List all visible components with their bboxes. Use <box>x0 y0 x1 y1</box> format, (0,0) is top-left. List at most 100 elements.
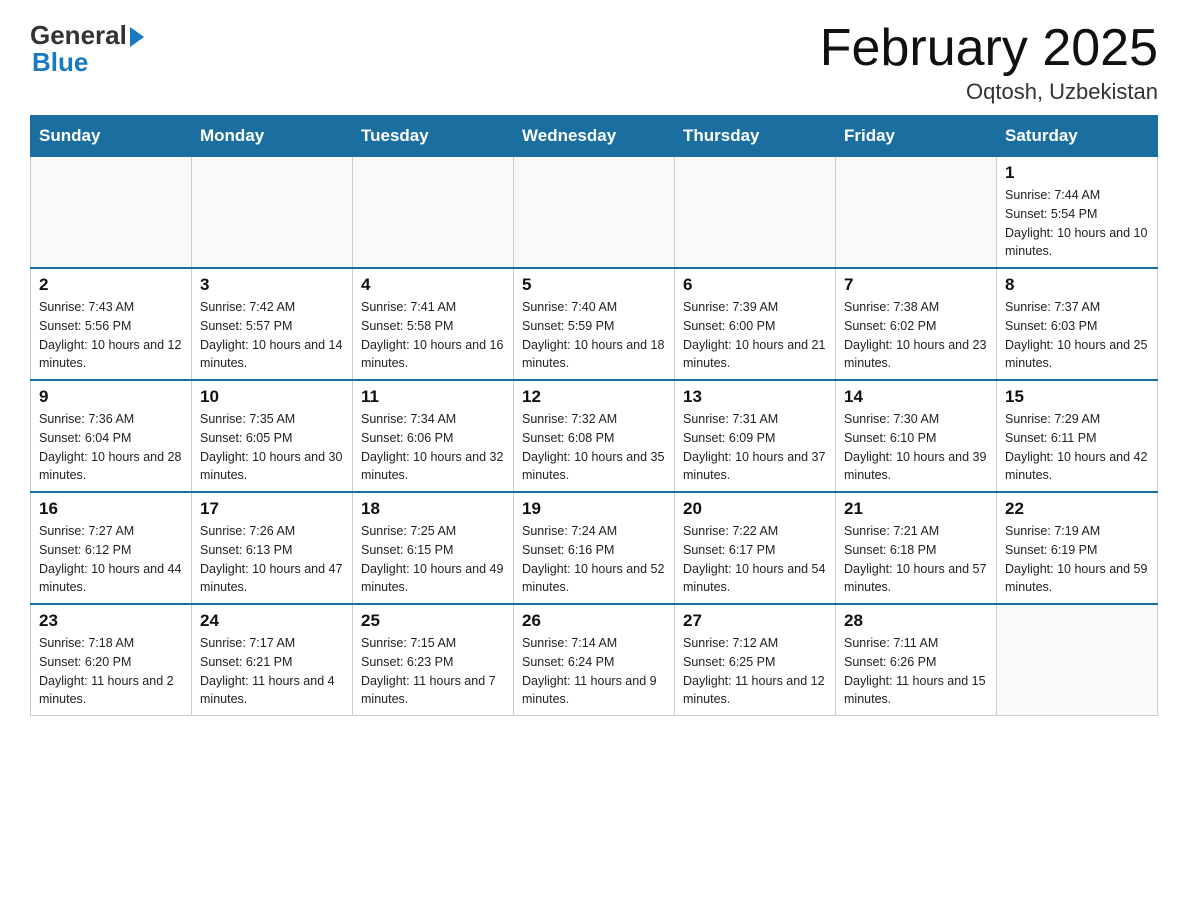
day-info: Sunrise: 7:14 AMSunset: 6:24 PMDaylight:… <box>522 634 666 709</box>
calendar-cell <box>514 157 675 269</box>
calendar-cell: 18 Sunrise: 7:25 AMSunset: 6:15 PMDayligh… <box>353 492 514 604</box>
day-number: 18 <box>361 499 505 519</box>
day-number: 2 <box>39 275 183 295</box>
day-number: 13 <box>683 387 827 407</box>
day-info: Sunrise: 7:22 AMSunset: 6:17 PMDaylight:… <box>683 522 827 597</box>
header-thursday: Thursday <box>675 116 836 157</box>
calendar-cell: 28Sunrise: 7:11 AMSunset: 6:26 PMDayligh… <box>836 604 997 716</box>
calendar-cell: 5Sunrise: 7:40 AMSunset: 5:59 PMDaylight… <box>514 268 675 380</box>
calendar-cell: 10Sunrise: 7:35 AMSunset: 6:05 PMDayligh… <box>192 380 353 492</box>
calendar-cell: 20 Sunrise: 7:22 AMSunset: 6:17 PMDayligh… <box>675 492 836 604</box>
day-info: Sunrise: 7:37 AMSunset: 6:03 PMDaylight:… <box>1005 298 1149 373</box>
calendar-cell: 8 Sunrise: 7:37 AMSunset: 6:03 PMDaylight… <box>997 268 1158 380</box>
day-info: Sunrise: 7:26 AMSunset: 6:13 PMDaylight:… <box>200 522 344 597</box>
header-sunday: Sunday <box>31 116 192 157</box>
day-number: 4 <box>361 275 505 295</box>
calendar-cell <box>836 157 997 269</box>
day-info: Sunrise: 7:29 AMSunset: 6:11 PMDaylight:… <box>1005 410 1149 485</box>
day-info: Sunrise: 7:32 AMSunset: 6:08 PMDaylight:… <box>522 410 666 485</box>
day-info: Sunrise: 7:43 AMSunset: 5:56 PMDaylight:… <box>39 298 183 373</box>
day-number: 6 <box>683 275 827 295</box>
day-info: Sunrise: 7:35 AMSunset: 6:05 PMDaylight:… <box>200 410 344 485</box>
calendar-cell <box>192 157 353 269</box>
day-number: 1 <box>1005 163 1149 183</box>
day-number: 12 <box>522 387 666 407</box>
day-number: 11 <box>361 387 505 407</box>
day-number: 3 <box>200 275 344 295</box>
calendar-cell <box>31 157 192 269</box>
day-info: Sunrise: 7:25 AMSunset: 6:15 PMDaylight:… <box>361 522 505 597</box>
day-info: Sunrise: 7:12 AMSunset: 6:25 PMDaylight:… <box>683 634 827 709</box>
calendar-week-row: 2 Sunrise: 7:43 AMSunset: 5:56 PMDaylight… <box>31 268 1158 380</box>
day-number: 19 <box>522 499 666 519</box>
calendar-week-row: 1 Sunrise: 7:44 AMSunset: 5:54 PMDaylight… <box>31 157 1158 269</box>
day-info: Sunrise: 7:41 AMSunset: 5:58 PMDaylight:… <box>361 298 505 373</box>
calendar-cell <box>353 157 514 269</box>
calendar-cell: 2 Sunrise: 7:43 AMSunset: 5:56 PMDaylight… <box>31 268 192 380</box>
calendar-cell: 24Sunrise: 7:17 AMSunset: 6:21 PMDayligh… <box>192 604 353 716</box>
logo-arrow-icon <box>130 27 144 47</box>
day-number: 14 <box>844 387 988 407</box>
calendar-cell: 17 Sunrise: 7:26 AMSunset: 6:13 PMDayligh… <box>192 492 353 604</box>
calendar-week-row: 23 Sunrise: 7:18 AMSunset: 6:20 PMDayligh… <box>31 604 1158 716</box>
day-number: 27 <box>683 611 827 631</box>
header-wednesday: Wednesday <box>514 116 675 157</box>
calendar-cell: 16 Sunrise: 7:27 AMSunset: 6:12 PMDayligh… <box>31 492 192 604</box>
header-friday: Friday <box>836 116 997 157</box>
day-info: Sunrise: 7:39 AMSunset: 6:00 PMDaylight:… <box>683 298 827 373</box>
calendar-cell: 13 Sunrise: 7:31 AMSunset: 6:09 PMDayligh… <box>675 380 836 492</box>
header-saturday: Saturday <box>997 116 1158 157</box>
day-info: Sunrise: 7:27 AMSunset: 6:12 PMDaylight:… <box>39 522 183 597</box>
calendar-cell: 19 Sunrise: 7:24 AMSunset: 6:16 PMDayligh… <box>514 492 675 604</box>
calendar-cell: 21 Sunrise: 7:21 AMSunset: 6:18 PMDayligh… <box>836 492 997 604</box>
day-info: Sunrise: 7:31 AMSunset: 6:09 PMDaylight:… <box>683 410 827 485</box>
calendar-cell: 3Sunrise: 7:42 AMSunset: 5:57 PMDaylight… <box>192 268 353 380</box>
calendar-cell: 12 Sunrise: 7:32 AMSunset: 6:08 PMDayligh… <box>514 380 675 492</box>
day-number: 26 <box>522 611 666 631</box>
day-number: 22 <box>1005 499 1149 519</box>
title-area: February 2025 Oqtosh, Uzbekistan <box>820 20 1158 105</box>
calendar-cell: 4 Sunrise: 7:41 AMSunset: 5:58 PMDaylight… <box>353 268 514 380</box>
day-number: 23 <box>39 611 183 631</box>
calendar-cell <box>675 157 836 269</box>
day-number: 15 <box>1005 387 1149 407</box>
day-info: Sunrise: 7:30 AMSunset: 6:10 PMDaylight:… <box>844 410 988 485</box>
day-number: 9 <box>39 387 183 407</box>
calendar-week-row: 9 Sunrise: 7:36 AMSunset: 6:04 PMDaylight… <box>31 380 1158 492</box>
calendar-cell: 27 Sunrise: 7:12 AMSunset: 6:25 PMDayligh… <box>675 604 836 716</box>
day-info: Sunrise: 7:38 AMSunset: 6:02 PMDaylight:… <box>844 298 988 373</box>
day-info: Sunrise: 7:24 AMSunset: 6:16 PMDaylight:… <box>522 522 666 597</box>
calendar-cell: 7 Sunrise: 7:38 AMSunset: 6:02 PMDaylight… <box>836 268 997 380</box>
day-info: Sunrise: 7:17 AMSunset: 6:21 PMDaylight:… <box>200 634 344 709</box>
header-tuesday: Tuesday <box>353 116 514 157</box>
calendar-cell: 22Sunrise: 7:19 AMSunset: 6:19 PMDayligh… <box>997 492 1158 604</box>
header-monday: Monday <box>192 116 353 157</box>
day-number: 5 <box>522 275 666 295</box>
calendar-cell: 6 Sunrise: 7:39 AMSunset: 6:00 PMDaylight… <box>675 268 836 380</box>
day-number: 20 <box>683 499 827 519</box>
calendar-cell: 14 Sunrise: 7:30 AMSunset: 6:10 PMDayligh… <box>836 380 997 492</box>
month-title: February 2025 <box>820 20 1158 77</box>
calendar-header-row: SundayMondayTuesdayWednesdayThursdayFrid… <box>31 116 1158 157</box>
day-number: 16 <box>39 499 183 519</box>
day-info: Sunrise: 7:21 AMSunset: 6:18 PMDaylight:… <box>844 522 988 597</box>
day-number: 8 <box>1005 275 1149 295</box>
location: Oqtosh, Uzbekistan <box>820 79 1158 105</box>
calendar-cell: 26 Sunrise: 7:14 AMSunset: 6:24 PMDayligh… <box>514 604 675 716</box>
day-info: Sunrise: 7:36 AMSunset: 6:04 PMDaylight:… <box>39 410 183 485</box>
calendar-cell: 1 Sunrise: 7:44 AMSunset: 5:54 PMDaylight… <box>997 157 1158 269</box>
calendar-cell: 15 Sunrise: 7:29 AMSunset: 6:11 PMDayligh… <box>997 380 1158 492</box>
day-info: Sunrise: 7:15 AMSunset: 6:23 PMDaylight:… <box>361 634 505 709</box>
day-number: 25 <box>361 611 505 631</box>
day-number: 7 <box>844 275 988 295</box>
day-info: Sunrise: 7:18 AMSunset: 6:20 PMDaylight:… <box>39 634 183 709</box>
page-header: General Blue February 2025 Oqtosh, Uzbek… <box>30 20 1158 105</box>
calendar-week-row: 16 Sunrise: 7:27 AMSunset: 6:12 PMDayligh… <box>31 492 1158 604</box>
logo-blue-text: Blue <box>32 47 88 78</box>
day-info: Sunrise: 7:44 AMSunset: 5:54 PMDaylight:… <box>1005 186 1149 261</box>
day-number: 17 <box>200 499 344 519</box>
day-number: 21 <box>844 499 988 519</box>
calendar-cell: 23 Sunrise: 7:18 AMSunset: 6:20 PMDayligh… <box>31 604 192 716</box>
calendar-cell <box>997 604 1158 716</box>
calendar-cell: 11Sunrise: 7:34 AMSunset: 6:06 PMDayligh… <box>353 380 514 492</box>
